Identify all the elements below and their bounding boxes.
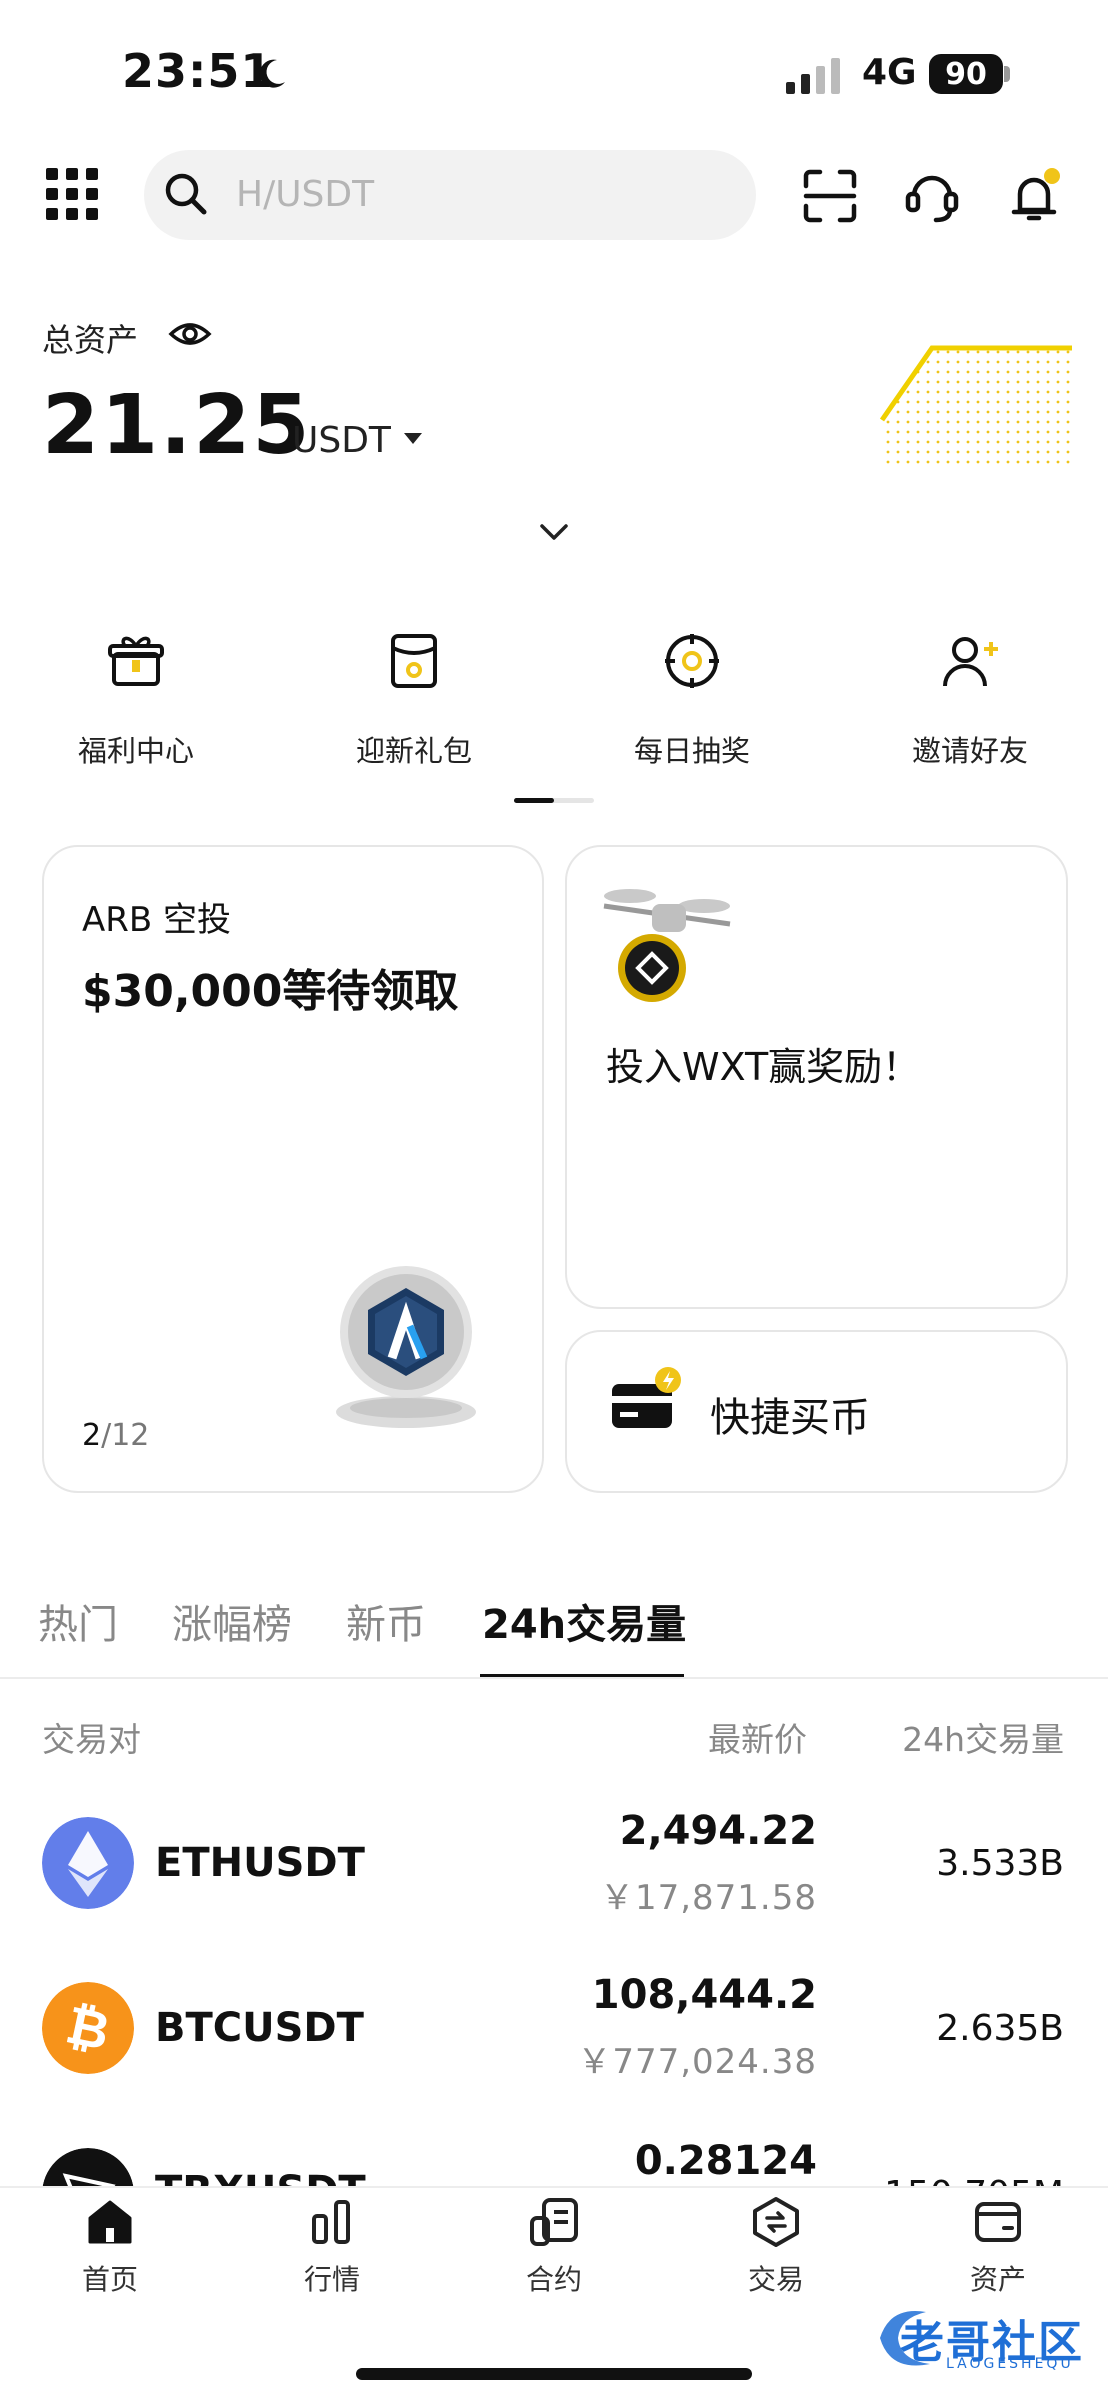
table-row-price: 0.28124 bbox=[634, 2138, 817, 2184]
quick-menu-label: 邀请好友 bbox=[911, 734, 1028, 768]
contract-icon bbox=[530, 2198, 578, 2246]
scan-icon[interactable] bbox=[800, 166, 860, 226]
gift-icon bbox=[108, 636, 164, 686]
asset-unit[interactable]: USDT bbox=[292, 420, 391, 461]
quick-menu-label: 福利中心 bbox=[77, 734, 194, 768]
column-volume[interactable]: 24h交易量 bbox=[902, 1713, 1064, 1761]
nav-trade[interactable]: 交易 bbox=[716, 2196, 836, 2298]
active-tab-indicator bbox=[480, 1674, 684, 1677]
banner-promo: $30,000等待领取 bbox=[82, 966, 459, 1017]
quick-menu-lottery[interactable]: 每日抽奖 bbox=[592, 630, 792, 770]
tabs-divider bbox=[0, 1677, 1108, 1679]
column-price[interactable]: 最新价 bbox=[708, 1713, 807, 1761]
status-time: 23:51 bbox=[122, 44, 274, 98]
eye-icon[interactable] bbox=[168, 316, 212, 352]
promo-card-title: 投入WXT赢奖励！ bbox=[606, 1045, 921, 1089]
tab-24h-volume[interactable]: 24h交易量 bbox=[482, 1592, 686, 1650]
nav-home[interactable]: 首页 bbox=[50, 2196, 170, 2298]
table-row-volume: 2.635B bbox=[936, 2008, 1064, 2049]
banner-page-current: 2 bbox=[82, 1418, 102, 1453]
watermark-subtext: LAOGESHEQU bbox=[946, 2356, 1074, 2372]
total-assets-value: 21.25 bbox=[42, 378, 312, 473]
banner-page-indicator: 2/12 bbox=[82, 1418, 149, 1453]
customer-service-icon[interactable] bbox=[902, 166, 962, 226]
total-assets-label: 总资产 bbox=[42, 321, 139, 359]
tab-hot[interactable]: 热门 bbox=[38, 1592, 118, 1650]
nav-label: 资产 bbox=[969, 2263, 1026, 2296]
column-pair: 交易对 bbox=[42, 1720, 141, 1759]
table-row-pair[interactable]: ETHUSDT bbox=[155, 1840, 365, 1886]
moon-icon bbox=[259, 59, 285, 88]
nav-label: 交易 bbox=[747, 2263, 804, 2296]
asset-trend-chart bbox=[879, 345, 1072, 470]
banner-page-total: /12 bbox=[101, 1418, 150, 1453]
table-row-pair[interactable]: BTCUSDT bbox=[155, 2005, 364, 2051]
invite-friend-icon bbox=[943, 637, 998, 687]
battery-icon: 90 bbox=[929, 54, 1003, 94]
unit-dropdown-icon[interactable] bbox=[404, 433, 422, 444]
wallet-icon bbox=[975, 2202, 1021, 2242]
table-row-price: 2,494.22 bbox=[619, 1808, 817, 1854]
newbie-package-icon bbox=[391, 634, 437, 688]
quick-menu-invite[interactable]: 邀请好友 bbox=[870, 630, 1070, 770]
wxt-drone-coin-icon bbox=[603, 889, 731, 1002]
search-placeholder: H/USDT bbox=[236, 174, 375, 215]
eth-coin-icon bbox=[42, 1817, 134, 1909]
btc-coin-icon: ₿ bbox=[42, 1982, 134, 2074]
quick-menu-pager-active bbox=[514, 798, 554, 803]
arbitrum-coin-icon bbox=[336, 1266, 476, 1428]
quick-menu-welfare[interactable]: 福利中心 bbox=[36, 630, 236, 770]
quick-menu-label: 每日抽奖 bbox=[633, 734, 750, 768]
quick-menu-newbie[interactable]: 迎新礼包 bbox=[314, 630, 514, 770]
nav-label: 行情 bbox=[303, 2263, 360, 2296]
app-menu-grid-icon[interactable] bbox=[46, 168, 98, 220]
lottery-wheel-icon bbox=[665, 634, 719, 688]
tab-new-coins[interactable]: 新币 bbox=[346, 1592, 426, 1650]
table-row-cny: ￥777,024.38 bbox=[577, 2042, 817, 2082]
search-icon bbox=[165, 173, 207, 215]
chevron-down-icon[interactable] bbox=[536, 520, 572, 544]
battery-tip bbox=[1004, 66, 1010, 82]
quick-buy-label: 快捷买币 bbox=[710, 1395, 870, 1441]
notification-bell-icon[interactable] bbox=[1004, 166, 1064, 226]
nav-label: 首页 bbox=[81, 2263, 138, 2296]
tab-gainers[interactable]: 涨幅榜 bbox=[172, 1592, 292, 1650]
nav-contract[interactable]: 合约 bbox=[494, 2196, 614, 2298]
nav-label: 合约 bbox=[525, 2263, 582, 2296]
signal-icon bbox=[786, 58, 840, 94]
nav-market[interactable]: 行情 bbox=[272, 2196, 392, 2298]
home-icon bbox=[88, 2200, 132, 2244]
network-type: 4G bbox=[862, 52, 917, 93]
table-row-price: 108,444.2 bbox=[591, 1972, 817, 2018]
table-row-volume: 3.533B bbox=[936, 1843, 1064, 1884]
credit-card-icon bbox=[612, 1367, 681, 1428]
home-indicator[interactable] bbox=[356, 2368, 752, 2380]
trade-icon bbox=[753, 2197, 799, 2247]
table-row-cny: ￥17,871.58 bbox=[599, 1878, 817, 1918]
banner-title: ARB 空投 bbox=[82, 900, 232, 940]
nav-assets[interactable]: 资产 bbox=[938, 2196, 1058, 2298]
quick-menu-label: 迎新礼包 bbox=[355, 734, 472, 768]
market-icon bbox=[312, 2200, 350, 2244]
